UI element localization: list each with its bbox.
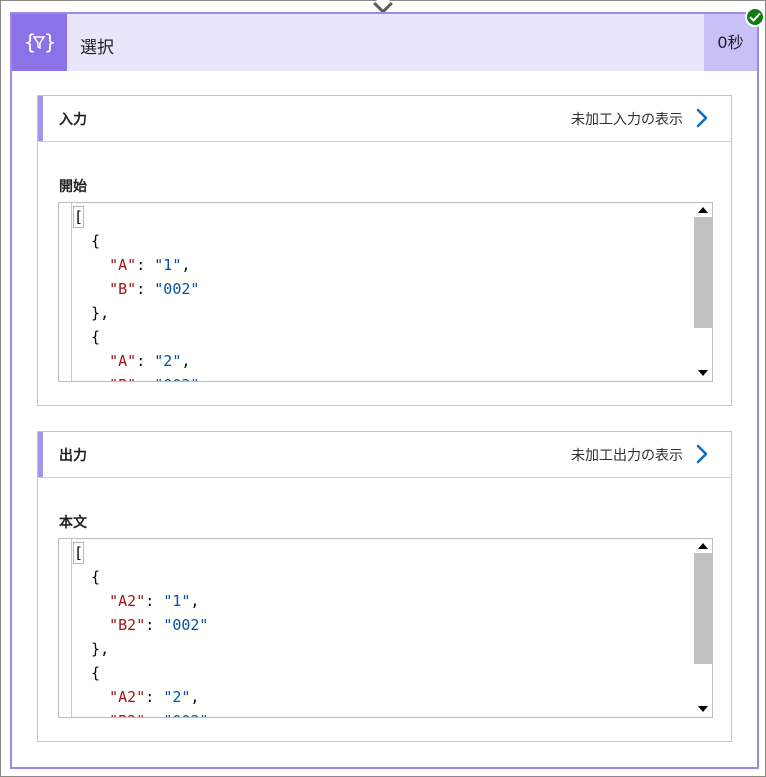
code-token-punct xyxy=(73,376,109,381)
inputs-section: 入力 未加工入力の表示 開始 [ { "A": "1", "B": "002" … xyxy=(37,95,732,406)
scroll-thumb[interactable] xyxy=(694,553,712,664)
code-token-punct: : xyxy=(136,280,155,298)
code-line: "B": "002" xyxy=(73,277,199,301)
code-line: "A2": "1", xyxy=(73,589,208,613)
code-token-punct: : xyxy=(145,688,164,706)
code-token-str: "2" xyxy=(154,352,182,370)
code-token-punct: , xyxy=(181,352,191,370)
chevron-right-icon[interactable] xyxy=(695,108,709,128)
code-token-key: "B" xyxy=(109,280,137,298)
chevron-right-icon[interactable] xyxy=(695,444,709,464)
code-token-punct: [ xyxy=(73,206,85,228)
code-token-punct: }, xyxy=(73,640,110,658)
svg-text:}: } xyxy=(44,30,54,54)
code-token-punct xyxy=(73,352,109,370)
code-token-key: "B2" xyxy=(109,616,146,634)
code-line: [ xyxy=(73,205,199,229)
outputs-scrollbar[interactable] xyxy=(693,539,712,717)
scroll-down-arrow-icon[interactable] xyxy=(698,706,708,712)
code-token-punct: , xyxy=(181,256,191,274)
inputs-scrollbar[interactable] xyxy=(693,203,712,381)
inputs-title: 入力 xyxy=(59,112,87,128)
action-header[interactable]: { } 選択 0秒 xyxy=(12,14,757,71)
code-token-punct: : xyxy=(145,712,163,717)
code-token-str: "003" xyxy=(154,376,199,381)
code-token-key: "A2" xyxy=(109,592,146,610)
scroll-thumb[interactable] xyxy=(694,217,712,328)
code-token-punct: }, xyxy=(73,304,110,322)
code-token-punct xyxy=(73,280,109,298)
code-line: [ xyxy=(73,541,208,565)
scroll-down-arrow-icon[interactable] xyxy=(698,370,708,376)
inputs-code-lines: [ { "A": "1", "B": "002" }, { "A": "2", … xyxy=(73,205,199,381)
code-token-str: "1" xyxy=(154,256,182,274)
show-raw-outputs-link[interactable]: 未加工出力の表示 xyxy=(571,445,683,465)
outputs-section: 出力 未加工出力の表示 本文 [ { "A2": "1", "B2": "002… xyxy=(37,431,732,742)
code-token-key: "A" xyxy=(109,352,137,370)
outputs-code-viewer[interactable]: [ { "A2": "1", "B2": "002" }, { "A2": "2… xyxy=(58,538,713,718)
success-check-icon xyxy=(745,7,765,27)
code-line: "B2": "002" xyxy=(73,613,208,637)
code-token-punct: : xyxy=(136,352,155,370)
outputs-title: 出力 xyxy=(59,448,87,464)
show-raw-inputs-link[interactable]: 未加工入力の表示 xyxy=(571,109,683,129)
code-token-punct: : xyxy=(145,592,164,610)
inputs-header[interactable]: 入力 未加工入力の表示 xyxy=(38,96,731,142)
code-token-punct: { xyxy=(73,232,101,250)
code-line: "B2": "003" xyxy=(73,709,208,717)
code-token-punct: { xyxy=(73,568,101,586)
code-line: { xyxy=(73,661,208,685)
code-token-str: "2" xyxy=(163,688,191,706)
code-token-punct: { xyxy=(73,664,101,682)
code-token-punct: { xyxy=(73,328,101,346)
scroll-up-arrow-icon[interactable] xyxy=(698,207,708,213)
outputs-header[interactable]: 出力 未加工出力の表示 xyxy=(38,432,731,478)
body-field-label: 本文 xyxy=(59,515,87,531)
code-token-punct xyxy=(73,616,109,634)
code-token-key: "B" xyxy=(109,376,136,381)
code-token-key: "A" xyxy=(109,256,137,274)
code-line: { xyxy=(73,325,199,349)
code-indent-guide xyxy=(71,539,72,717)
action-icon-container: { } xyxy=(12,14,67,71)
code-token-str: "002" xyxy=(154,280,200,298)
code-token-punct: : xyxy=(145,616,164,634)
code-token-key: "B2" xyxy=(109,712,145,717)
code-token-str: "003" xyxy=(163,712,208,717)
code-line: "B": "003" xyxy=(73,373,199,381)
code-token-punct xyxy=(73,688,109,706)
svg-text:{: { xyxy=(24,30,36,54)
code-token-punct: , xyxy=(190,592,200,610)
start-field-label: 開始 xyxy=(59,179,87,195)
code-line: "A": "2", xyxy=(73,349,199,373)
section-accent-bar xyxy=(38,432,43,477)
code-token-str: "1" xyxy=(163,592,191,610)
action-card-select[interactable]: { } 選択 0秒 入力 未加工入力の表示 開始 [ { "A": xyxy=(10,12,759,769)
code-token-punct: : xyxy=(136,256,155,274)
flow-canvas: { } 選択 0秒 入力 未加工入力の表示 開始 [ { "A": xyxy=(0,0,766,777)
code-token-punct: , xyxy=(190,688,200,706)
code-token-punct xyxy=(73,712,109,717)
code-line: }, xyxy=(73,637,208,661)
section-accent-bar xyxy=(38,96,43,141)
outputs-code-lines: [ { "A2": "1", "B2": "002" }, { "A2": "2… xyxy=(73,541,208,717)
code-token-punct: [ xyxy=(73,542,85,564)
code-token-punct xyxy=(73,592,109,610)
code-line: { xyxy=(73,565,208,589)
code-token-key: "A2" xyxy=(109,688,146,706)
code-line: "A": "1", xyxy=(73,253,199,277)
filter-braces-icon: { } xyxy=(24,30,54,54)
code-indent-guide xyxy=(71,203,72,381)
code-line: { xyxy=(73,229,199,253)
code-token-punct xyxy=(73,256,109,274)
inputs-code-viewer[interactable]: [ { "A": "1", "B": "002" }, { "A": "2", … xyxy=(58,202,713,382)
action-title: 選択 xyxy=(80,38,114,58)
code-token-str: "002" xyxy=(163,616,209,634)
code-line: }, xyxy=(73,301,199,325)
scroll-up-arrow-icon[interactable] xyxy=(698,543,708,549)
code-token-punct: : xyxy=(136,376,154,381)
code-line: "A2": "2", xyxy=(73,685,208,709)
